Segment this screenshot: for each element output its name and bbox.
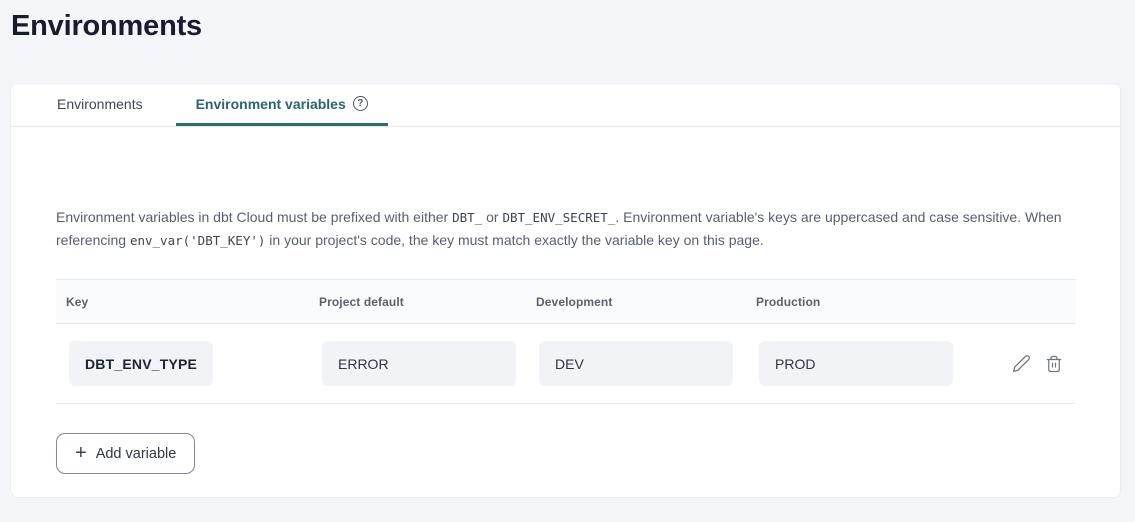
description-part: in your project's code, the key must mat… [265,232,763,248]
environments-card: Environments Environment variables ? Env… [10,83,1121,498]
add-variable-label: Add variable [96,446,177,462]
column-header-project-default: Project default [309,295,526,309]
project-default-value: ERROR [322,341,516,386]
environment-variables-table: Key Project default Development Producti… [56,279,1076,404]
tab-environment-variables[interactable]: Environment variables ? [176,84,388,126]
pencil-icon [1012,354,1031,373]
tab-environments-label: Environments [57,96,143,112]
tab-bar: Environments Environment variables ? [11,84,1120,127]
description-part: or [482,209,502,225]
delete-variable-button[interactable] [1045,355,1063,373]
code-env-var-example: env_var('DBT_KEY') [130,233,265,248]
tab-panel-environment-variables: Environment variables in dbt Cloud must … [11,206,1120,474]
description-text: Environment variables in dbt Cloud must … [56,206,1078,252]
column-header-production: Production [746,295,946,309]
table-header-row: Key Project default Development Producti… [56,280,1076,324]
page-title: Environments [11,8,1135,44]
development-value: DEV [539,341,733,386]
code-dbt-env-secret-prefix: DBT_ENV_SECRET_ [502,210,615,225]
code-dbt-prefix: DBT_ [452,210,482,225]
table-row: DBT_ENV_TYPE ERROR DEV PROD [56,324,1076,404]
production-value: PROD [759,341,953,386]
tab-environment-variables-label: Environment variables [196,96,346,112]
help-circle-icon[interactable]: ? [353,96,368,111]
tab-environments[interactable]: Environments [37,84,163,126]
plus-icon: + [75,443,87,463]
variable-key-value: DBT_ENV_TYPE [69,341,213,386]
edit-variable-button[interactable] [1012,354,1031,373]
column-header-key: Key [56,295,309,309]
add-variable-button[interactable]: + Add variable [56,433,195,474]
trash-icon [1045,355,1063,373]
column-header-development: Development [526,295,746,309]
description-part: Environment variables in dbt Cloud must … [56,209,452,225]
